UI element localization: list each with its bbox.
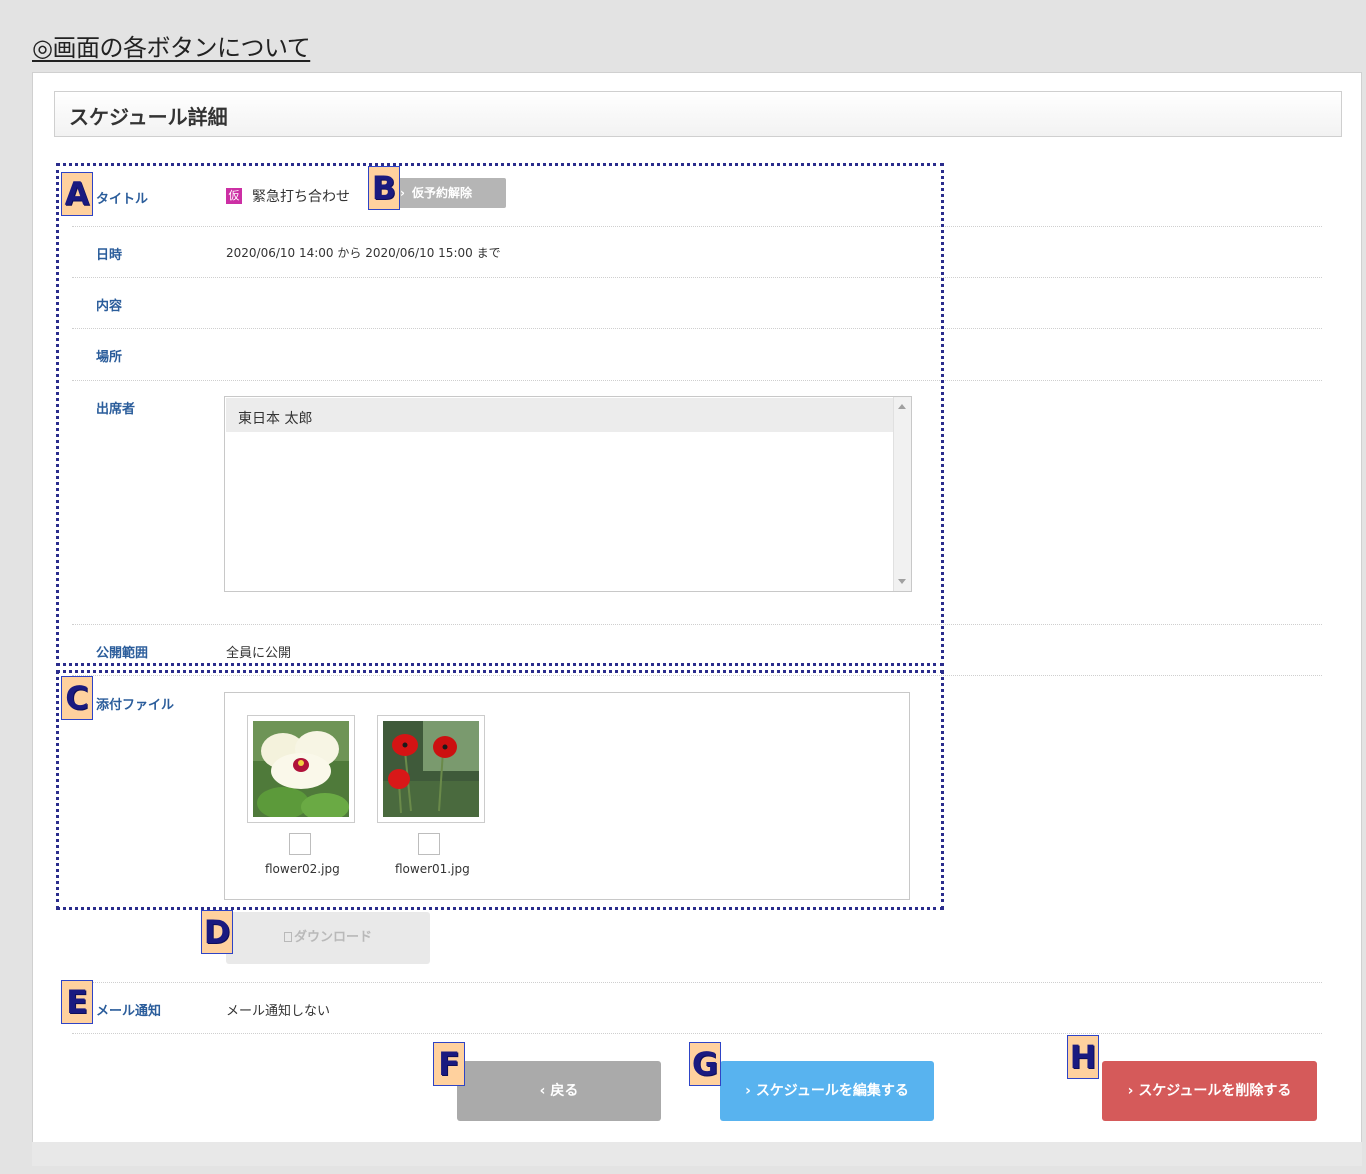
- chevron-left-icon: ‹: [539, 1083, 551, 1099]
- delete-schedule-button[interactable]: › スケジュールを削除する: [1102, 1061, 1317, 1121]
- row-divider: [72, 1033, 1322, 1034]
- back-button[interactable]: ‹ 戻る: [457, 1061, 661, 1121]
- annotation-region-details: [56, 163, 944, 666]
- marker-h: H: [1067, 1035, 1099, 1079]
- marker-b: B: [368, 166, 400, 210]
- file-icon: [283, 932, 292, 942]
- page-heading: ◎画面の各ボタンについて: [32, 34, 311, 62]
- marker-f: F: [433, 1042, 465, 1086]
- edit-schedule-button[interactable]: › スケジュールを編集する: [720, 1061, 934, 1121]
- annotation-region-attachments: [56, 670, 944, 910]
- edit-label: スケジュールを編集する: [755, 1083, 909, 1099]
- mail-value: メール通知しない: [226, 1004, 331, 1019]
- panel-footer-strip: [32, 1142, 1362, 1166]
- chevron-right-icon: ›: [1127, 1083, 1139, 1099]
- marker-c: C: [61, 676, 93, 720]
- mail-label: メール通知: [96, 1004, 162, 1019]
- marker-a: A: [61, 172, 93, 216]
- row-divider: [72, 982, 1322, 983]
- back-label: 戻る: [550, 1083, 579, 1099]
- download-button[interactable]: ダウンロード: [226, 912, 430, 964]
- page-title: スケジュール詳細: [69, 105, 228, 129]
- download-label: ダウンロード: [293, 930, 372, 945]
- delete-label: スケジュールを削除する: [1138, 1083, 1292, 1099]
- marker-g: G: [689, 1042, 721, 1086]
- chevron-right-icon: ›: [745, 1083, 756, 1099]
- page-title-bar: スケジュール詳細: [54, 91, 1342, 137]
- marker-d: D: [201, 910, 233, 954]
- marker-e: E: [61, 980, 93, 1024]
